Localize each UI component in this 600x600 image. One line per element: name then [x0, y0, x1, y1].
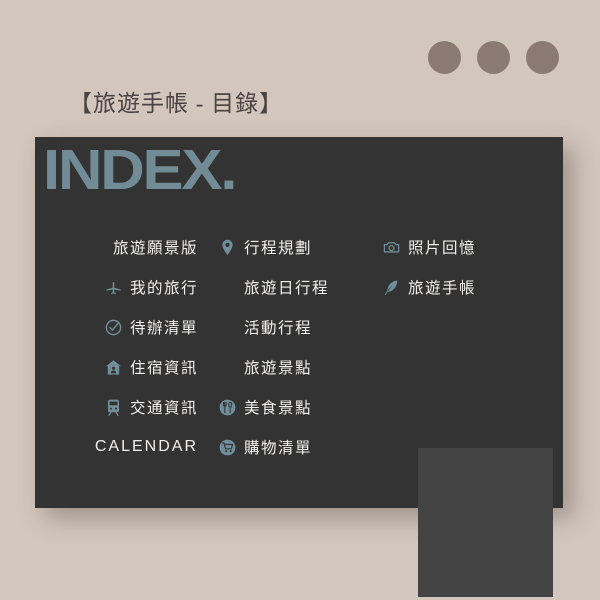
- menu-item-todo-list[interactable]: 待辦清單: [35, 307, 210, 347]
- page-title: 【旅遊手帳 - 目錄】: [69, 91, 284, 116]
- menu-item-travel-vision-board[interactable]: 旅遊願景版: [35, 227, 210, 267]
- menu-item-accommodation-info[interactable]: 住宿資訊: [35, 347, 210, 387]
- menu-item-shopping-list[interactable]: 購物清單: [210, 427, 370, 467]
- menu-item-label: 活動行程: [244, 320, 313, 337]
- icon-spacer: [218, 318, 237, 337]
- map-pin-icon: [218, 238, 237, 257]
- menu-item-label: 美食景點: [244, 400, 313, 417]
- menu-item-label: CALENDAR: [94, 438, 198, 455]
- menu-item-daily-itinerary[interactable]: 旅遊日行程: [210, 267, 370, 307]
- menu-item-label: 旅遊手帳: [408, 280, 477, 297]
- menu-item-food-spots[interactable]: 美食景點: [210, 387, 370, 427]
- menu-item-travel-journal[interactable]: 旅遊手帳: [370, 267, 563, 307]
- decorative-dot-3: [526, 41, 559, 74]
- menu-item-transport-info[interactable]: 交通資訊: [35, 387, 210, 427]
- menu-column-1: 旅遊願景版 我的旅行 待辦清單 住宿資訊 交通資訊 CALENDAR: [35, 227, 210, 467]
- menu-item-label: 交通資訊: [129, 400, 198, 417]
- index-card: INDEX. 旅遊願景版 我的旅行 待辦清單 住宿資訊 交通資訊 CALENDA…: [35, 137, 563, 597]
- menu-item-attractions[interactable]: 旅遊景點: [210, 347, 370, 387]
- house-icon: [104, 358, 123, 377]
- check-circle-icon: [104, 318, 123, 337]
- icon-spacer: [218, 278, 237, 297]
- camera-icon: [382, 238, 401, 257]
- menu-item-label: 行程規劃: [244, 240, 313, 257]
- menu-item-calendar[interactable]: CALENDAR: [35, 427, 210, 467]
- airplane-icon: [104, 278, 123, 297]
- menu-item-label: 我的旅行: [129, 280, 198, 297]
- restaurant-icon: [218, 398, 237, 417]
- menu-item-itinerary-planning[interactable]: 行程規劃: [210, 227, 370, 267]
- decorative-dots: [428, 41, 559, 74]
- menu-item-label: 旅遊願景版: [112, 240, 198, 257]
- menu-item-activity-itinerary[interactable]: 活動行程: [210, 307, 370, 347]
- menu-item-label: 住宿資訊: [129, 360, 198, 377]
- decorative-dot-2: [477, 41, 510, 74]
- menu-item-label: 旅遊景點: [244, 360, 313, 377]
- shopping-cart-icon: [218, 438, 237, 457]
- index-heading: INDEX.: [43, 138, 237, 202]
- decorative-dot-1: [428, 41, 461, 74]
- menu-grid: 旅遊願景版 我的旅行 待辦清單 住宿資訊 交通資訊 CALENDAR 行程規劃 …: [35, 227, 563, 467]
- menu-item-photo-memories[interactable]: 照片回憶: [370, 227, 563, 267]
- menu-item-label: 待辦清單: [129, 320, 198, 337]
- menu-item-label: 購物清單: [244, 440, 313, 457]
- menu-column-3: 照片回憶 旅遊手帳: [370, 227, 563, 467]
- menu-item-label: 照片回憶: [408, 240, 477, 257]
- menu-item-my-trips[interactable]: 我的旅行: [35, 267, 210, 307]
- train-icon: [104, 398, 123, 417]
- menu-item-label: 旅遊日行程: [244, 280, 330, 297]
- icon-spacer: [218, 358, 237, 377]
- menu-column-2: 行程規劃 旅遊日行程 活動行程 旅遊景點 美食景點 購物清單: [210, 227, 370, 467]
- quill-pen-icon: [382, 278, 401, 297]
- image-placeholder[interactable]: [418, 448, 553, 597]
